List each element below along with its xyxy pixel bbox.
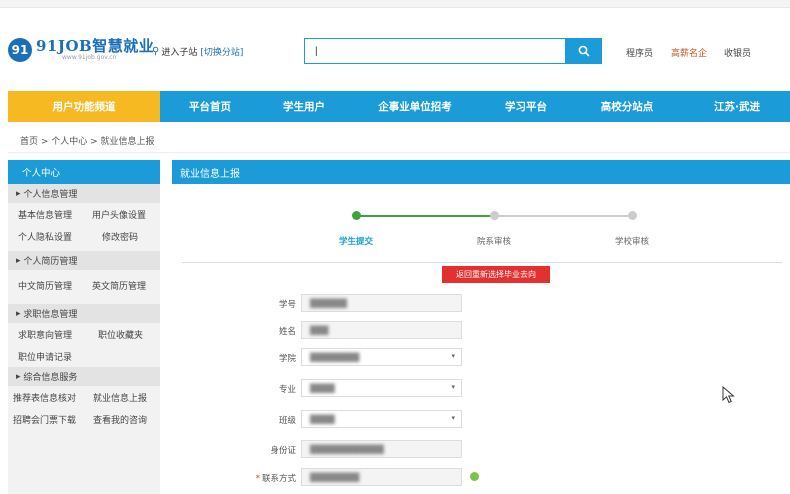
valid-check-icon bbox=[470, 472, 479, 481]
search-input[interactable] bbox=[305, 39, 565, 63]
group-label: 个人信息管理 bbox=[23, 190, 78, 200]
substation-label: 进入子站 bbox=[161, 48, 198, 58]
step-dot-school bbox=[628, 211, 637, 220]
top-strip bbox=[0, 0, 790, 8]
step-dot-submit bbox=[352, 211, 361, 220]
sidebar-group-job-info[interactable]: ▸ 求职信息管理 bbox=[8, 304, 160, 323]
separator bbox=[182, 262, 782, 263]
sidebar-group-resume[interactable]: ▸ 个人简历管理 bbox=[8, 251, 160, 270]
required-marker: * bbox=[255, 474, 260, 484]
label-class: 班级 bbox=[278, 416, 296, 426]
label-major: 专业 bbox=[278, 385, 296, 395]
sidebar-link-my-inquiries[interactable]: 查看我的咨询 bbox=[93, 413, 147, 426]
sidebar-title: 个人中心 bbox=[8, 160, 160, 184]
step-label-department: 院系审核 bbox=[476, 237, 511, 247]
field-value: ████ bbox=[310, 383, 335, 393]
field-value: ████████████ bbox=[310, 444, 384, 454]
divider bbox=[8, 152, 790, 153]
field-name[interactable]: ███ bbox=[301, 321, 462, 339]
select-major[interactable]: ████ ▾ bbox=[301, 379, 462, 397]
sidebar-link-basic-info[interactable]: 基本信息管理 bbox=[18, 208, 92, 221]
field-value: ████████ bbox=[310, 472, 360, 482]
label-contact-text: 联系方式 bbox=[261, 474, 296, 484]
nav-learning-platform[interactable]: 学习平台 bbox=[482, 91, 570, 122]
logo-url: www.91job.gov.cn bbox=[62, 54, 117, 61]
label-name: 姓名 bbox=[278, 327, 296, 337]
site-logo[interactable]: 91 91JOB智慧就业 www.91job.gov.cn bbox=[8, 38, 154, 62]
nav-jiangsu-wujin[interactable]: 江苏·武进 bbox=[684, 91, 790, 122]
logo-text: 91JOB智慧就业 www.91job.gov.cn bbox=[36, 38, 154, 62]
sidebar-link-favorites[interactable]: 职位收藏夹 bbox=[98, 328, 143, 341]
group-label: 个人简历管理 bbox=[23, 257, 78, 267]
sidebar-link-avatar[interactable]: 用户头像设置 bbox=[92, 208, 146, 221]
step-line-2 bbox=[496, 215, 634, 217]
nav-students[interactable]: 学生用户 bbox=[260, 91, 348, 122]
search-button[interactable] bbox=[566, 38, 602, 64]
location-pin-icon: ⚲ bbox=[152, 46, 160, 57]
chevron-down-icon: ▾ bbox=[451, 383, 455, 391]
nav-college-sites[interactable]: 高校分站点 bbox=[570, 91, 684, 122]
sidebar-group-services[interactable]: ▸ 综合信息服务 bbox=[8, 367, 160, 386]
label-id-card: 身份证 bbox=[270, 446, 296, 456]
step-label-submit: 学生提交 bbox=[338, 237, 373, 247]
top-link-programmer[interactable]: 程序员 bbox=[626, 46, 653, 59]
sidebar-link-en-resume[interactable]: 英文简历管理 bbox=[92, 279, 146, 292]
top-link-cashier[interactable]: 收银员 bbox=[724, 46, 751, 59]
chevron-down-icon: ▾ bbox=[451, 414, 455, 422]
field-value: ████ bbox=[310, 414, 335, 424]
return-reselect-button[interactable]: 返回重新选择毕业去向 bbox=[442, 266, 550, 283]
sidebar-link-employment-report[interactable]: 就业信息上报 bbox=[93, 391, 147, 404]
nav-recruitment-exams[interactable]: 企事业单位招考 bbox=[348, 91, 482, 122]
field-value: ████████ bbox=[310, 352, 360, 362]
group-label: 综合信息服务 bbox=[23, 373, 78, 383]
select-class[interactable]: ████ ▾ bbox=[301, 410, 462, 428]
field-value: ██████ bbox=[310, 298, 347, 308]
sidebar-link-job-intention[interactable]: 求职意向管理 bbox=[18, 328, 98, 341]
nav-user-channel[interactable]: 用户功能频道 bbox=[8, 91, 160, 122]
group-label: 求职信息管理 bbox=[23, 310, 78, 320]
top-link-top-companies[interactable]: 高薪名企 bbox=[671, 46, 707, 59]
search-box bbox=[304, 38, 566, 64]
select-college[interactable]: ████████ ▾ bbox=[301, 348, 462, 366]
label-college: 学院 bbox=[278, 354, 296, 364]
mouse-cursor-icon bbox=[722, 386, 735, 404]
sidebar-link-password[interactable]: 修改密码 bbox=[102, 230, 138, 243]
logo-mark: 91 bbox=[8, 38, 32, 62]
step-label-school: 学校审核 bbox=[614, 237, 649, 247]
logo-title: 91JOB智慧就业 bbox=[36, 37, 155, 55]
label-student-id: 学号 bbox=[278, 300, 296, 310]
sidebar: 个人中心 ▸ 个人信息管理 基本信息管理 用户头像设置 个人隐私设置 修改密码 ▸ … bbox=[8, 160, 160, 494]
substation-selector: ⚲ 进入子站 [切换分站] bbox=[152, 45, 243, 58]
sidebar-link-cn-resume[interactable]: 中文简历管理 bbox=[18, 279, 92, 292]
progress-steps: 学生提交 院系审核 学校审核 bbox=[172, 200, 790, 260]
nav-home[interactable]: 平台首页 bbox=[160, 91, 260, 122]
chevron-down-icon: ▾ bbox=[451, 352, 455, 360]
search-icon bbox=[578, 45, 590, 57]
label-contact: * 联系方式 bbox=[240, 472, 296, 484]
sidebar-link-job-fair-tickets[interactable]: 招聘会门票下载 bbox=[13, 413, 93, 426]
switch-substation-link[interactable]: [切换分站] bbox=[200, 45, 243, 58]
field-contact[interactable]: ████████ bbox=[301, 468, 462, 486]
sidebar-link-applications[interactable]: 职位申请记录 bbox=[18, 350, 72, 363]
breadcrumb: 首页 > 个人中心 > 就业信息上报 bbox=[20, 137, 155, 147]
field-value: ███ bbox=[310, 325, 329, 335]
sidebar-link-verify-form[interactable]: 推荐表信息核对 bbox=[13, 391, 93, 404]
field-id-card[interactable]: ████████████ bbox=[301, 440, 462, 458]
sidebar-link-privacy[interactable]: 个人隐私设置 bbox=[18, 230, 102, 243]
field-student-id[interactable]: ██████ bbox=[301, 294, 462, 312]
main-nav: 用户功能频道 平台首页 学生用户 企事业单位招考 学习平台 高校分站点 江苏·武… bbox=[8, 91, 790, 122]
sidebar-group-personal-info[interactable]: ▸ 个人信息管理 bbox=[8, 184, 160, 203]
step-dot-department bbox=[490, 211, 499, 220]
panel-title: 就业信息上报 bbox=[172, 160, 790, 184]
step-line-1 bbox=[356, 215, 496, 217]
